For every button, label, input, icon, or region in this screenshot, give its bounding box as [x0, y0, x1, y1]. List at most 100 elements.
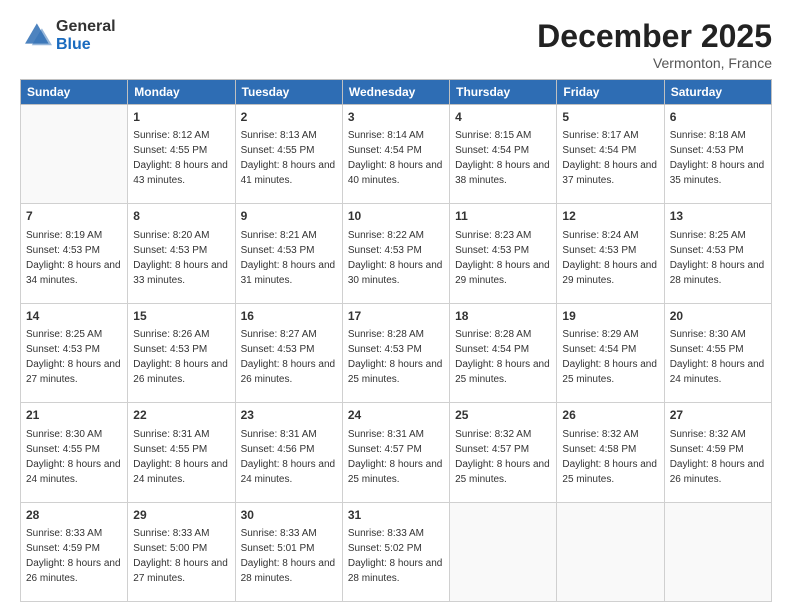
cell-info: Sunrise: 8:18 AMSunset: 4:53 PMDaylight:… — [670, 128, 766, 188]
logo: General Blue — [20, 18, 116, 53]
header: General Blue December 2025 Vermonton, Fr… — [20, 18, 772, 71]
day-number: 13 — [670, 208, 766, 225]
table-row: 21Sunrise: 8:30 AMSunset: 4:55 PMDayligh… — [21, 403, 128, 502]
cell-info: Sunrise: 8:32 AMSunset: 4:58 PMDaylight:… — [562, 427, 658, 487]
cell-info: Sunrise: 8:21 AMSunset: 4:53 PMDaylight:… — [241, 228, 337, 288]
cell-info: Sunrise: 8:25 AMSunset: 4:53 PMDaylight:… — [26, 327, 122, 387]
col-sunday: Sunday — [21, 80, 128, 105]
table-row: 24 Sunrise: 8:31 AMSunset: 4:57 PMDayligh… — [342, 403, 449, 502]
cell-info: Sunrise: 8:30 AMSunset: 4:55 PMDaylight:… — [670, 327, 766, 387]
day-number: 22 — [133, 407, 229, 424]
cell-info: Sunrise: 8:28 AMSunset: 4:53 PMDaylight:… — [348, 327, 444, 387]
day-number: 16 — [241, 308, 337, 325]
cell-info: Sunrise: 8:20 AMSunset: 4:53 PMDaylight:… — [133, 228, 229, 288]
cell-info: Sunrise: 8:32 AMSunset: 4:59 PMDaylight:… — [670, 427, 766, 487]
day-number: 2 — [241, 109, 337, 126]
day-number: 14 — [26, 308, 122, 325]
calendar-week-2: 7 Sunrise: 8:19 AMSunset: 4:53 PMDaylight… — [21, 204, 772, 303]
cell-info: Sunrise: 8:27 AMSunset: 4:53 PMDaylight:… — [241, 327, 337, 387]
cell-info: Sunrise: 8:33 AMSunset: 5:00 PMDaylight:… — [133, 526, 229, 586]
col-friday: Friday — [557, 80, 664, 105]
cell-info: Sunrise: 8:31 AMSunset: 4:57 PMDaylight:… — [348, 427, 444, 487]
table-row: 19Sunrise: 8:29 AMSunset: 4:54 PMDayligh… — [557, 303, 664, 402]
cell-info: Sunrise: 8:33 AMSunset: 5:02 PMDaylight:… — [348, 526, 444, 586]
table-row: 3 Sunrise: 8:14 AMSunset: 4:54 PMDaylight… — [342, 105, 449, 204]
col-wednesday: Wednesday — [342, 80, 449, 105]
cell-info: Sunrise: 8:14 AMSunset: 4:54 PMDaylight:… — [348, 128, 444, 188]
table-row: 12 Sunrise: 8:24 AMSunset: 4:53 PMDayligh… — [557, 204, 664, 303]
table-row: 18 Sunrise: 8:28 AMSunset: 4:54 PMDayligh… — [450, 303, 557, 402]
table-row: 9 Sunrise: 8:21 AMSunset: 4:53 PMDaylight… — [235, 204, 342, 303]
day-number: 24 — [348, 407, 444, 424]
title-block: December 2025 Vermonton, France — [537, 18, 772, 71]
cell-info: Sunrise: 8:19 AMSunset: 4:53 PMDaylight:… — [26, 228, 122, 288]
cell-info: Sunrise: 8:33 AMSunset: 4:59 PMDaylight:… — [26, 526, 122, 586]
cell-info: Sunrise: 8:12 AMSunset: 4:55 PMDaylight:… — [133, 128, 229, 188]
table-row: 13 Sunrise: 8:25 AMSunset: 4:53 PMDayligh… — [664, 204, 771, 303]
main-title: December 2025 — [537, 18, 772, 55]
day-number: 27 — [670, 407, 766, 424]
cell-info: Sunrise: 8:15 AMSunset: 4:54 PMDaylight:… — [455, 128, 551, 188]
day-number: 15 — [133, 308, 229, 325]
col-thursday: Thursday — [450, 80, 557, 105]
cell-info: Sunrise: 8:31 AMSunset: 4:56 PMDaylight:… — [241, 427, 337, 487]
table-row: 25Sunrise: 8:32 AMSunset: 4:57 PMDayligh… — [450, 403, 557, 502]
day-number: 11 — [455, 208, 551, 225]
day-number: 21 — [26, 407, 122, 424]
day-number: 20 — [670, 308, 766, 325]
table-row — [21, 105, 128, 204]
day-number: 9 — [241, 208, 337, 225]
day-number: 1 — [133, 109, 229, 126]
table-row: 26Sunrise: 8:32 AMSunset: 4:58 PMDayligh… — [557, 403, 664, 502]
table-row: 31 Sunrise: 8:33 AMSunset: 5:02 PMDayligh… — [342, 502, 449, 601]
cell-info: Sunrise: 8:32 AMSunset: 4:57 PMDaylight:… — [455, 427, 551, 487]
day-number: 10 — [348, 208, 444, 225]
day-number: 4 — [455, 109, 551, 126]
day-number: 12 — [562, 208, 658, 225]
table-row: 10Sunrise: 8:22 AMSunset: 4:53 PMDayligh… — [342, 204, 449, 303]
subtitle: Vermonton, France — [537, 55, 772, 71]
day-number: 23 — [241, 407, 337, 424]
table-row: 23 Sunrise: 8:31 AMSunset: 4:56 PMDayligh… — [235, 403, 342, 502]
calendar-header-row: Sunday Monday Tuesday Wednesday Thursday… — [21, 80, 772, 105]
col-saturday: Saturday — [664, 80, 771, 105]
day-number: 31 — [348, 507, 444, 524]
day-number: 30 — [241, 507, 337, 524]
cell-info: Sunrise: 8:26 AMSunset: 4:53 PMDaylight:… — [133, 327, 229, 387]
table-row: 4 Sunrise: 8:15 AMSunset: 4:54 PMDaylight… — [450, 105, 557, 204]
day-number: 8 — [133, 208, 229, 225]
day-number: 17 — [348, 308, 444, 325]
table-row: 20 Sunrise: 8:30 AMSunset: 4:55 PMDayligh… — [664, 303, 771, 402]
table-row — [664, 502, 771, 601]
table-row: 11 Sunrise: 8:23 AMSunset: 4:53 PMDayligh… — [450, 204, 557, 303]
col-monday: Monday — [128, 80, 235, 105]
day-number: 18 — [455, 308, 551, 325]
cell-info: Sunrise: 8:29 AMSunset: 4:54 PMDaylight:… — [562, 327, 658, 387]
page: General Blue December 2025 Vermonton, Fr… — [0, 0, 792, 612]
table-row — [450, 502, 557, 601]
logo-text: General Blue — [56, 18, 116, 53]
day-number: 7 — [26, 208, 122, 225]
day-number: 28 — [26, 507, 122, 524]
table-row: 7 Sunrise: 8:19 AMSunset: 4:53 PMDaylight… — [21, 204, 128, 303]
cell-info: Sunrise: 8:31 AMSunset: 4:55 PMDaylight:… — [133, 427, 229, 487]
table-row: 6Sunrise: 8:18 AMSunset: 4:53 PMDaylight… — [664, 105, 771, 204]
table-row — [557, 502, 664, 601]
day-number: 3 — [348, 109, 444, 126]
cell-info: Sunrise: 8:25 AMSunset: 4:53 PMDaylight:… — [670, 228, 766, 288]
cell-info: Sunrise: 8:17 AMSunset: 4:54 PMDaylight:… — [562, 128, 658, 188]
cell-info: Sunrise: 8:24 AMSunset: 4:53 PMDaylight:… — [562, 228, 658, 288]
cell-info: Sunrise: 8:23 AMSunset: 4:53 PMDaylight:… — [455, 228, 551, 288]
calendar-week-4: 21Sunrise: 8:30 AMSunset: 4:55 PMDayligh… — [21, 403, 772, 502]
calendar-table: Sunday Monday Tuesday Wednesday Thursday… — [20, 79, 772, 602]
table-row: 2Sunrise: 8:13 AMSunset: 4:55 PMDaylight… — [235, 105, 342, 204]
day-number: 5 — [562, 109, 658, 126]
logo-general-text: General — [56, 18, 116, 36]
cell-info: Sunrise: 8:28 AMSunset: 4:54 PMDaylight:… — [455, 327, 551, 387]
table-row: 14 Sunrise: 8:25 AMSunset: 4:53 PMDayligh… — [21, 303, 128, 402]
table-row: 16 Sunrise: 8:27 AMSunset: 4:53 PMDayligh… — [235, 303, 342, 402]
table-row: 22 Sunrise: 8:31 AMSunset: 4:55 PMDayligh… — [128, 403, 235, 502]
cell-info: Sunrise: 8:33 AMSunset: 5:01 PMDaylight:… — [241, 526, 337, 586]
table-row: 27 Sunrise: 8:32 AMSunset: 4:59 PMDayligh… — [664, 403, 771, 502]
day-number: 29 — [133, 507, 229, 524]
